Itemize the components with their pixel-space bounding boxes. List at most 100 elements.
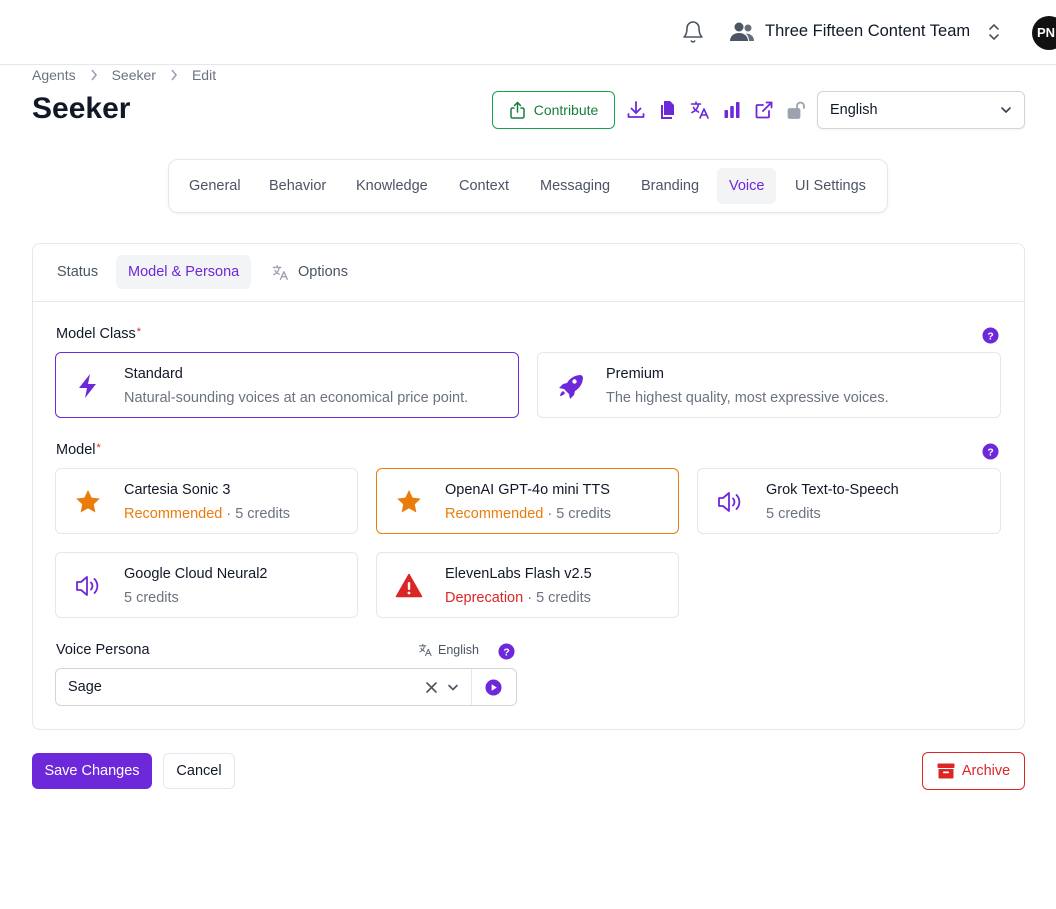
chevron-down-icon[interactable] xyxy=(447,683,459,692)
star-icon xyxy=(397,490,421,513)
option-title: Google Cloud Neural2 xyxy=(124,566,268,582)
archive-icon xyxy=(937,763,955,779)
voice-persona-label: Voice Persona xyxy=(56,642,150,658)
credits: 5 credits xyxy=(766,506,821,522)
tab-general[interactable]: General xyxy=(177,168,253,204)
copy-icon[interactable] xyxy=(658,100,678,120)
play-icon[interactable] xyxy=(485,679,502,696)
credits: · 5 credits xyxy=(543,506,612,522)
speaker-icon xyxy=(718,492,741,512)
avatar[interactable]: PN xyxy=(1032,16,1056,50)
chevron-right-icon xyxy=(90,69,97,81)
model-openai-gpt-4o-mini-tts[interactable]: OpenAI GPT-4o mini TTS Recommended · 5 c… xyxy=(376,468,679,534)
chevron-up-down-icon[interactable] xyxy=(987,22,1001,42)
model-elevenlabs-flash-v2-5[interactable]: ElevenLabs Flash v2.5 Deprecation · 5 cr… xyxy=(376,552,679,618)
tab-branding[interactable]: Branding xyxy=(629,168,711,204)
model-grok-text-to-speech[interactable]: Grok Text-to-Speech 5 credits xyxy=(697,468,1001,534)
page-title: Seeker xyxy=(32,92,131,125)
subtab-status[interactable]: Status xyxy=(45,255,110,289)
warning-icon xyxy=(395,573,423,598)
translate-icon[interactable] xyxy=(690,100,710,120)
recommended-tag: Recommended xyxy=(445,506,544,522)
sub-tabs: Status Model & Persona Options xyxy=(33,244,1024,302)
option-title: Grok Text-to-Speech xyxy=(766,482,899,498)
analytics-icon[interactable] xyxy=(722,100,742,120)
subtab-model-persona[interactable]: Model & Persona xyxy=(116,255,252,289)
contribute-label: Contribute xyxy=(533,102,599,118)
subtab-model-persona-label: Model & Persona xyxy=(128,264,240,280)
credits: · 5 credits xyxy=(523,590,591,606)
users-icon xyxy=(730,22,754,41)
option-title: OpenAI GPT-4o mini TTS xyxy=(445,482,610,498)
help-icon[interactable]: ? xyxy=(982,327,999,344)
option-title: Premium xyxy=(606,366,665,382)
tab-knowledge[interactable]: Knowledge xyxy=(344,168,440,204)
breadcrumb-seeker[interactable]: Seeker xyxy=(112,67,156,83)
persona-language: English xyxy=(438,643,479,657)
speaker-icon xyxy=(76,576,99,596)
model-google-cloud-neural2[interactable]: Google Cloud Neural2 5 credits xyxy=(55,552,358,618)
breadcrumb: Agents Seeker Edit xyxy=(32,66,216,84)
unlock-icon[interactable] xyxy=(786,100,806,120)
voice-persona-select[interactable]: Sage xyxy=(55,668,517,706)
archive-label: Archive xyxy=(961,763,1011,779)
model-label: Model* xyxy=(56,442,101,458)
archive-button[interactable]: Archive xyxy=(922,752,1025,790)
credits: 5 credits xyxy=(124,590,179,606)
star-icon xyxy=(76,490,100,513)
tab-ui-settings[interactable]: UI Settings xyxy=(783,168,878,204)
tab-behavior[interactable]: Behavior xyxy=(257,168,338,204)
team-switcher[interactable]: Three Fifteen Content Team xyxy=(765,22,970,41)
translate-icon xyxy=(418,643,432,657)
main-tabs: General Behavior Knowledge Context Messa… xyxy=(168,159,888,213)
persona-language-toggle[interactable]: English xyxy=(418,643,479,657)
recommended-tag: Recommended xyxy=(124,506,223,522)
download-icon[interactable] xyxy=(626,100,646,120)
model-label-text: Model xyxy=(56,442,96,458)
help-icon[interactable]: ? xyxy=(498,643,515,660)
option-title: Cartesia Sonic 3 xyxy=(124,482,231,498)
option-meta: Recommended · 5 credits xyxy=(124,506,290,522)
option-meta: Deprecation · 5 credits xyxy=(445,590,591,606)
voice-persona-value: Sage xyxy=(68,679,102,695)
subtab-options[interactable]: Options xyxy=(259,255,360,289)
model-class-premium[interactable]: Premium The highest quality, most expres… xyxy=(537,352,1001,418)
divider xyxy=(471,669,472,705)
subtab-status-label: Status xyxy=(57,264,99,280)
chevron-right-icon xyxy=(171,69,177,81)
share-upload-icon xyxy=(509,101,525,119)
model-cartesia-sonic-3[interactable]: Cartesia Sonic 3 Recommended · 5 credits xyxy=(55,468,358,534)
help-icon[interactable]: ? xyxy=(982,443,999,460)
clear-icon[interactable] xyxy=(425,681,438,694)
cancel-button[interactable]: Cancel xyxy=(163,753,235,789)
language-select[interactable]: English xyxy=(817,91,1025,129)
svg-text:?: ? xyxy=(503,647,509,658)
deprecation-tag: Deprecation xyxy=(445,590,524,606)
tab-voice[interactable]: Voice xyxy=(717,168,777,204)
top-bar: Three Fifteen Content Team PN xyxy=(0,0,1056,65)
option-title: Standard xyxy=(124,366,183,382)
rocket-icon xyxy=(559,375,583,399)
tab-messaging[interactable]: Messaging xyxy=(528,168,622,204)
option-title: ElevenLabs Flash v2.5 xyxy=(445,566,592,582)
bolt-icon xyxy=(79,374,96,398)
bell-icon[interactable] xyxy=(681,20,705,44)
model-class-standard[interactable]: Standard Natural-sounding voices at an e… xyxy=(55,352,519,418)
model-class-label: Model Class* xyxy=(56,326,141,342)
save-button[interactable]: Save Changes xyxy=(32,753,152,789)
svg-text:?: ? xyxy=(987,447,993,458)
language-select-value: English xyxy=(830,102,878,118)
option-meta: Recommended · 5 credits xyxy=(445,506,611,522)
chevron-down-icon xyxy=(1001,107,1011,113)
breadcrumb-agents[interactable]: Agents xyxy=(32,67,76,83)
model-class-label-text: Model Class xyxy=(56,326,136,342)
external-link-icon[interactable] xyxy=(754,100,774,120)
option-description: The highest quality, most expressive voi… xyxy=(606,390,889,406)
svg-text:?: ? xyxy=(987,331,993,342)
translate-icon xyxy=(272,264,288,280)
subtab-options-label: Options xyxy=(298,264,348,280)
contribute-button[interactable]: Contribute xyxy=(492,91,615,129)
credits: · 5 credits xyxy=(222,506,291,522)
required-mark: * xyxy=(136,326,142,338)
tab-context[interactable]: Context xyxy=(447,168,521,204)
